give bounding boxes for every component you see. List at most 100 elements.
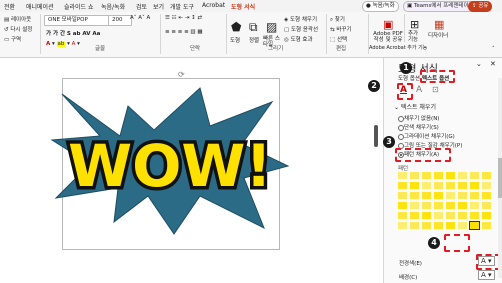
font-size-select[interactable]: 200 <box>108 15 132 26</box>
pattern-swatch[interactable] <box>398 172 407 179</box>
pattern-swatch[interactable] <box>434 202 443 209</box>
pattern-swatch[interactable] <box>398 192 407 199</box>
pattern-swatch[interactable] <box>422 182 431 189</box>
pattern-swatch[interactable] <box>482 172 491 179</box>
pattern-swatch[interactable] <box>434 222 443 229</box>
pattern-swatch[interactable] <box>446 222 455 229</box>
share-button[interactable]: ⇪ 공유 <box>468 1 493 12</box>
explosion-shape[interactable]: WOW! <box>50 86 290 236</box>
pattern-swatch[interactable] <box>410 222 419 229</box>
list-buttons[interactable]: ☰ ☷ ⇤ ⇥ ↕ ⇄ <box>165 15 202 21</box>
pattern-swatch[interactable] <box>446 212 455 219</box>
pattern-swatch[interactable] <box>458 222 467 229</box>
teams-present-button[interactable]: ▣ Teams에서 프레젠테이션 <box>403 1 478 12</box>
pattern-swatch[interactable] <box>470 202 479 209</box>
pattern-swatch[interactable] <box>398 202 407 209</box>
select-button[interactable]: ⬚ 선택 <box>330 35 347 43</box>
bg-color-picker[interactable]: A ▾ <box>478 270 495 280</box>
pattern-swatch[interactable] <box>410 212 419 219</box>
tab-developer[interactable]: 개발 도구 <box>170 2 194 11</box>
pattern-swatch[interactable] <box>434 192 443 199</box>
pattern-swatch[interactable] <box>422 212 431 219</box>
pane-dropdown-icon[interactable]: ⌄ <box>476 60 482 68</box>
fill-button[interactable]: ◈ 도형 채우기 <box>284 15 317 23</box>
pattern-swatch[interactable] <box>422 172 431 179</box>
layout-button[interactable]: ▤ 레이아웃 <box>4 15 31 23</box>
replace-button[interactable]: ⇆ 바꾸기 <box>330 25 352 33</box>
pattern-swatch[interactable] <box>398 182 407 189</box>
pattern-swatch[interactable] <box>446 182 455 189</box>
pattern-swatch[interactable] <box>446 192 455 199</box>
pattern-swatch[interactable] <box>469 221 480 230</box>
close-icon[interactable]: ✕ <box>490 60 496 68</box>
pane-scroll-thumb[interactable] <box>498 158 502 198</box>
quickstyle-icon[interactable]: ▨ <box>266 20 277 34</box>
text-effects-icon[interactable]: A <box>416 85 422 95</box>
pattern-swatch[interactable] <box>482 222 491 229</box>
pattern-swatch[interactable] <box>482 192 491 199</box>
effect-button[interactable]: ◎ 도형 효과 <box>284 35 313 43</box>
tab-view[interactable]: 보기 <box>153 2 164 11</box>
tab-transitions[interactable]: 전환 <box>4 2 15 11</box>
pattern-swatch[interactable] <box>410 182 419 189</box>
tab-review[interactable]: 검토 <box>136 2 147 11</box>
pattern-swatch[interactable] <box>470 192 479 199</box>
pattern-swatch[interactable] <box>422 202 431 209</box>
pattern-swatch[interactable] <box>422 222 431 229</box>
section-button[interactable]: ▭ 구역 <box>4 35 21 43</box>
pattern-swatch[interactable] <box>458 202 467 209</box>
section-text-fill[interactable]: ⌄ 텍스트 채우기 <box>394 102 436 111</box>
pattern-swatch[interactable] <box>470 172 479 179</box>
pattern-swatch[interactable] <box>458 172 467 179</box>
pattern-swatch[interactable] <box>434 212 443 219</box>
option-no-fill[interactable]: 채우기 없음(N) <box>404 114 439 122</box>
pattern-swatch[interactable] <box>434 182 443 189</box>
tab-shape-options[interactable]: 도형 옵션 <box>398 74 420 82</box>
pattern-swatch[interactable] <box>410 202 419 209</box>
pattern-swatch[interactable] <box>410 192 419 199</box>
pattern-swatch[interactable] <box>482 212 491 219</box>
align-buttons[interactable]: ≡ ≡ ≡ ≡ ▥ ▦ <box>165 29 203 35</box>
tab-animations[interactable]: 애니메이션 <box>26 2 54 11</box>
pattern-swatch[interactable] <box>446 202 455 209</box>
pattern-swatch[interactable] <box>422 192 431 199</box>
record-button[interactable]: ● 녹음/녹화 <box>362 1 399 12</box>
rotate-handle-icon[interactable]: ⟳ <box>178 70 185 79</box>
tab-slideshow[interactable]: 슬라이드 쇼 <box>64 2 94 11</box>
option-solid-fill[interactable]: 단색 채우기(S) <box>404 123 439 131</box>
pdf-icon[interactable]: ▣ <box>383 18 393 31</box>
designer-icon[interactable]: ▦ <box>434 18 444 31</box>
pattern-swatch[interactable] <box>446 172 455 179</box>
pattern-swatch[interactable] <box>398 212 407 219</box>
pattern-swatch[interactable] <box>410 172 419 179</box>
arrange-icon[interactable]: ⧉ <box>249 20 258 35</box>
text-color-icon[interactable]: A ▾ ab ▾ A ▾ <box>46 41 80 47</box>
tab-acrobat[interactable]: Acrobat <box>202 2 225 9</box>
format-buttons[interactable]: 가 가 간 S ab AV Aa <box>46 29 100 37</box>
outline-button[interactable]: ▢ 도형 윤곽선 <box>284 25 318 33</box>
wow-text[interactable]: WOW! <box>65 129 276 204</box>
reset-button[interactable]: ↺ 다시 설정 <box>4 25 32 33</box>
shape-icon[interactable]: ⬟ <box>231 20 241 34</box>
pattern-swatch[interactable] <box>482 202 491 209</box>
pattern-swatch[interactable] <box>434 172 443 179</box>
option-gradient-fill[interactable]: 그라데이션 채우기(G) <box>404 132 455 140</box>
pattern-grid[interactable] <box>398 172 498 232</box>
pattern-swatch[interactable] <box>398 222 407 229</box>
collapse-ribbon-icon[interactable]: ˄ <box>492 46 495 52</box>
pattern-swatch[interactable] <box>482 182 491 189</box>
canvas-scroll-thumb[interactable] <box>374 125 378 147</box>
pattern-swatch[interactable] <box>458 212 467 219</box>
pattern-swatch[interactable] <box>458 192 467 199</box>
addin-icon[interactable]: ⊞ <box>410 18 419 31</box>
grow-font-icon[interactable]: A˄ A˅ A <box>130 15 150 21</box>
pattern-swatch[interactable] <box>458 182 467 189</box>
font-name-select[interactable]: ONE 모바일POP <box>44 15 110 26</box>
find-button[interactable]: ⌕ 찾기 <box>330 15 345 24</box>
textbox-icon[interactable]: ⊡ <box>432 85 439 94</box>
pattern-swatch[interactable] <box>470 182 479 189</box>
tab-shape-format[interactable]: 도형 서식 <box>231 2 255 11</box>
fg-color-label: 전경색(E) <box>399 261 422 267</box>
pattern-swatch[interactable] <box>470 212 479 219</box>
tab-record[interactable]: 녹음/녹화 <box>101 2 125 11</box>
